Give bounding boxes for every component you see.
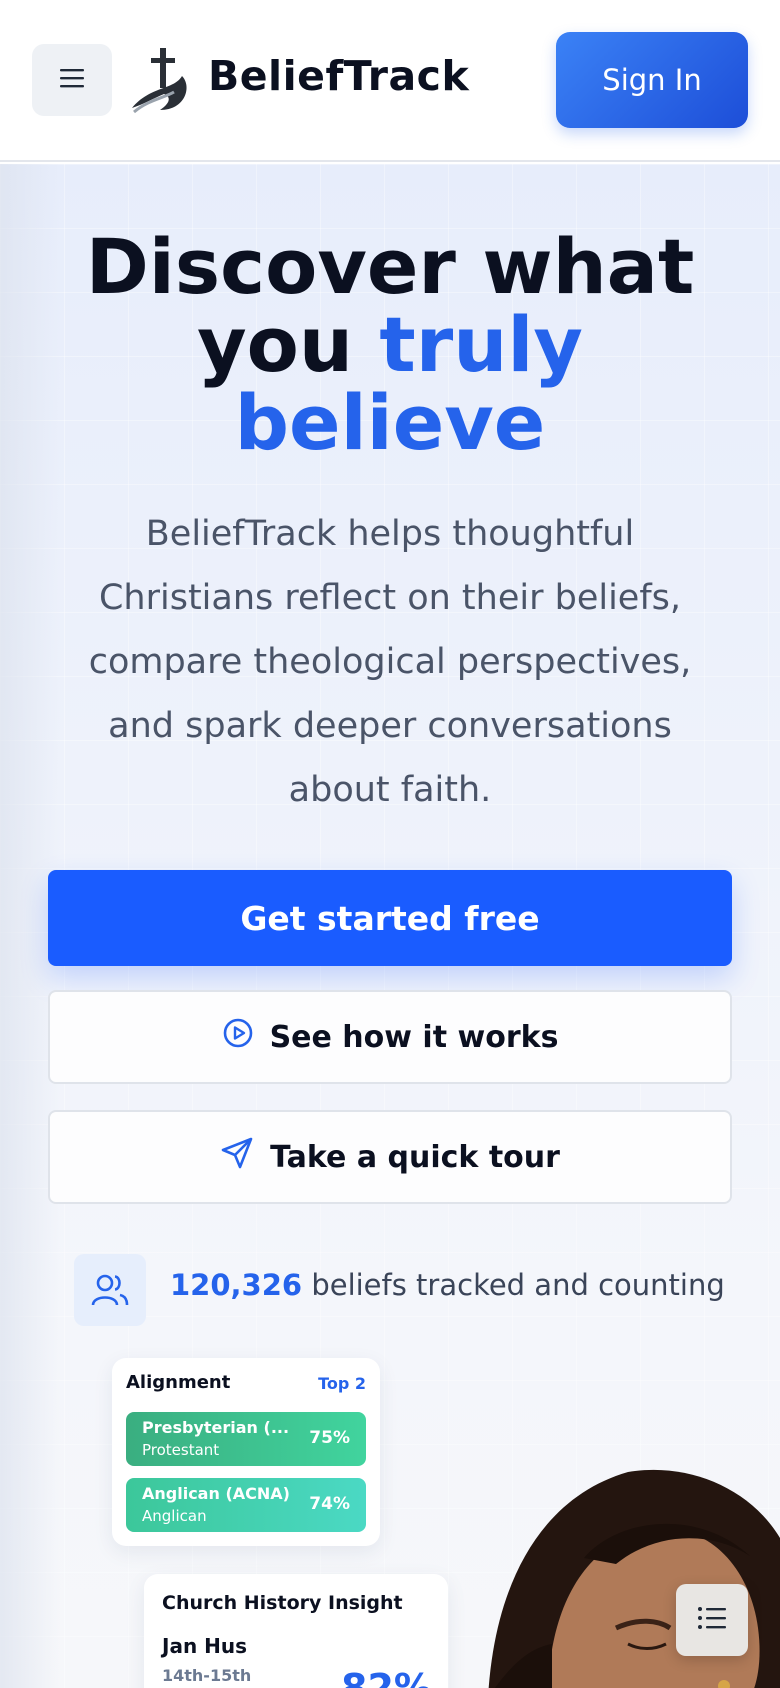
get-started-button[interactable]: Get started free xyxy=(48,870,732,966)
beliefs-tracked-stat: 120,326 beliefs tracked and counting xyxy=(170,1268,725,1302)
play-circle-icon xyxy=(222,1017,254,1057)
hero-section: Discover what you truly believe BeliefTr… xyxy=(0,164,780,1688)
contents-menu-button[interactable] xyxy=(676,1584,748,1656)
send-icon xyxy=(220,1136,254,1178)
alignment-item-percent: 75% xyxy=(309,1428,350,1448)
history-figure-era: 14th-15th xyxy=(162,1666,252,1685)
see-how-it-works-label: See how it works xyxy=(269,1019,559,1055)
hero-headline: Discover what you truly believe xyxy=(40,228,740,462)
menu-button[interactable] xyxy=(32,44,112,116)
quick-tour-label: Take a quick tour xyxy=(270,1139,560,1175)
history-card-title: Church History Insight xyxy=(162,1592,403,1614)
top-header: BeliefTrack Sign In xyxy=(0,0,780,162)
alignment-item-name: Presbyterian (... xyxy=(142,1418,290,1437)
alignment-title: Alignment xyxy=(126,1372,231,1393)
alignment-badge: Top 2 xyxy=(318,1374,366,1393)
users-icon xyxy=(74,1254,146,1326)
hero-description: BeliefTrack helps thoughtful Christians … xyxy=(88,514,692,810)
menu-icon xyxy=(59,67,85,93)
beliefs-tracked-label: beliefs tracked and counting xyxy=(311,1268,725,1302)
brand-logo-icon[interactable] xyxy=(130,46,196,114)
beliefs-tracked-count: 120,326 xyxy=(170,1268,303,1302)
list-icon xyxy=(697,1606,727,1634)
alignment-item-tradition: Anglican xyxy=(142,1507,207,1525)
alignment-item-name: Anglican (ACNA) xyxy=(142,1484,290,1503)
sign-in-button[interactable]: Sign In xyxy=(556,32,748,128)
quick-tour-button[interactable]: Take a quick tour xyxy=(48,1110,732,1204)
history-figure-name: Jan Hus xyxy=(162,1634,248,1658)
alignment-item-percent: 74% xyxy=(309,1494,350,1514)
alignment-item-tradition: Protestant xyxy=(142,1441,220,1459)
alignment-item[interactable]: Presbyterian (... Protestant 75% xyxy=(126,1412,366,1466)
brand-name[interactable]: BeliefTrack xyxy=(208,52,469,100)
alignment-item[interactable]: Anglican (ACNA) Anglican 74% xyxy=(126,1478,366,1532)
alignment-card: Alignment Top 2 Presbyterian (... Protes… xyxy=(112,1358,380,1546)
church-history-card: Church History Insight Jan Hus 14th-15th… xyxy=(144,1574,448,1688)
see-how-it-works-button[interactable]: See how it works xyxy=(48,990,732,1084)
history-figure-percent: 82% xyxy=(341,1666,432,1688)
